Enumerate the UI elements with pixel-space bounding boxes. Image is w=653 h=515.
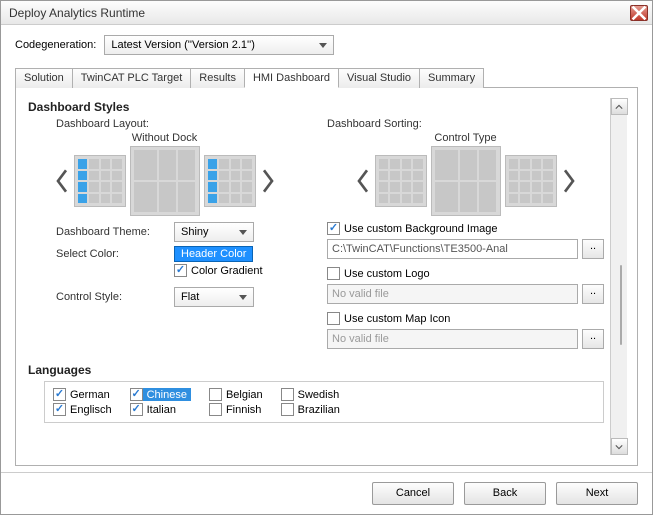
control-style-value: Flat — [181, 291, 199, 303]
control-style-label: Control Style: — [56, 291, 166, 303]
sorting-label: Dashboard Sorting: — [327, 118, 604, 130]
lang-swedish[interactable]: Swedish — [281, 388, 340, 401]
tab-panel: Dashboard Styles Dashboard Layout: Witho… — [15, 88, 638, 466]
use-logo-checkbox[interactable] — [327, 267, 340, 280]
layout-title: Without Dock — [26, 132, 303, 144]
theme-value: Shiny — [181, 226, 209, 238]
lang-italian-label: Italian — [147, 404, 176, 416]
lang-chinese-label: Chinese — [147, 389, 187, 401]
languages-box: German Englisch Chinese Italian Belgian … — [44, 381, 604, 423]
dialog-footer: Cancel Back Next — [1, 472, 652, 514]
theme-label: Dashboard Theme: — [56, 226, 166, 238]
scroll-thumb[interactable] — [620, 265, 622, 345]
tab-visual-studio[interactable]: Visual Studio — [338, 68, 420, 88]
lang-italian-checkbox[interactable] — [130, 403, 143, 416]
scroll-up-button[interactable] — [611, 98, 628, 115]
layout-prev-arrow[interactable] — [54, 167, 70, 195]
cancel-button[interactable]: Cancel — [372, 482, 454, 505]
theme-select[interactable]: Shiny — [174, 222, 254, 242]
tabstrip: Solution TwinCAT PLC Target Results HMI … — [15, 67, 638, 88]
lang-chinese-checkbox[interactable] — [130, 388, 143, 401]
lang-german-label: German — [70, 389, 110, 401]
sorting-title: Control Type — [327, 132, 604, 144]
select-color-label: Select Color: — [56, 248, 166, 260]
bg-image-browse-button[interactable]: .. — [582, 239, 604, 259]
lang-belgian-label: Belgian — [226, 389, 263, 401]
sorting-column: Dashboard Sorting: Control Type Use cust… — [327, 118, 604, 357]
lang-englisch[interactable]: Englisch — [53, 403, 112, 416]
lang-belgian[interactable]: Belgian — [209, 388, 263, 401]
lang-finnish-label: Finnish — [226, 404, 261, 416]
layout-thumb-3[interactable] — [204, 155, 256, 207]
scroll-down-button[interactable] — [611, 438, 628, 455]
back-button[interactable]: Back — [464, 482, 546, 505]
tab-hmi-dashboard[interactable]: HMI Dashboard — [244, 68, 339, 88]
codegen-row: Codegeneration: Latest Version (''Versio… — [15, 35, 638, 55]
sorting-next-arrow[interactable] — [561, 167, 577, 195]
sorting-carousel — [327, 146, 604, 216]
lang-swedish-checkbox[interactable] — [281, 388, 294, 401]
use-map-icon-label: Use custom Map Icon — [344, 313, 450, 325]
codegen-select[interactable]: Latest Version (''Version 2.1'') — [104, 35, 334, 55]
logo-path-input — [327, 284, 578, 304]
codegen-value: Latest Version (''Version 2.1'') — [111, 39, 255, 51]
codegen-label: Codegeneration: — [15, 39, 96, 51]
lang-brazilian-checkbox[interactable] — [281, 403, 294, 416]
layout-column: Dashboard Layout: Without Dock Dashboard… — [26, 118, 303, 357]
lang-brazilian-label: Brazilian — [298, 404, 340, 416]
map-icon-path-input — [327, 329, 578, 349]
layout-thumb-1[interactable] — [74, 155, 126, 207]
layout-next-arrow[interactable] — [260, 167, 276, 195]
sorting-thumb-1[interactable] — [375, 155, 427, 207]
lang-belgian-checkbox[interactable] — [209, 388, 222, 401]
layout-label: Dashboard Layout: — [56, 118, 303, 130]
use-logo-label: Use custom Logo — [344, 268, 430, 280]
color-gradient-checkbox[interactable] — [174, 264, 187, 277]
lang-finnish[interactable]: Finnish — [209, 403, 263, 416]
titlebar: Deploy Analytics Runtime — [1, 1, 652, 25]
lang-englisch-checkbox[interactable] — [53, 403, 66, 416]
layout-carousel — [26, 146, 303, 216]
lang-swedish-label: Swedish — [298, 389, 340, 401]
color-gradient-label: Color Gradient — [191, 265, 263, 277]
window-title: Deploy Analytics Runtime — [5, 6, 630, 20]
lang-chinese[interactable]: Chinese — [130, 388, 191, 401]
lang-german[interactable]: German — [53, 388, 112, 401]
vertical-scrollbar[interactable] — [610, 98, 627, 455]
tab-solution[interactable]: Solution — [15, 68, 73, 88]
tab-twincat-plc-target[interactable]: TwinCAT PLC Target — [72, 68, 192, 88]
use-bg-image-checkbox[interactable] — [327, 222, 340, 235]
lang-finnish-checkbox[interactable] — [209, 403, 222, 416]
languages-heading: Languages — [28, 363, 604, 377]
next-button[interactable]: Next — [556, 482, 638, 505]
dialog-window: Deploy Analytics Runtime Codegeneration:… — [0, 0, 653, 515]
header-color-button[interactable]: Header Color — [174, 246, 253, 262]
map-icon-browse-button[interactable]: .. — [582, 329, 604, 349]
use-bg-image-label: Use custom Background Image — [344, 223, 497, 235]
dialog-content: Codegeneration: Latest Version (''Versio… — [1, 25, 652, 472]
bg-image-path-input[interactable] — [327, 239, 578, 259]
lang-brazilian[interactable]: Brazilian — [281, 403, 340, 416]
lang-englisch-label: Englisch — [70, 404, 112, 416]
lang-italian[interactable]: Italian — [130, 403, 191, 416]
tab-summary[interactable]: Summary — [419, 68, 484, 88]
close-button[interactable] — [630, 5, 648, 21]
use-map-icon-checkbox[interactable] — [327, 312, 340, 325]
control-style-select[interactable]: Flat — [174, 287, 254, 307]
sorting-thumb-3[interactable] — [505, 155, 557, 207]
sorting-thumb-selected[interactable] — [431, 146, 501, 216]
tab-results[interactable]: Results — [190, 68, 245, 88]
logo-browse-button[interactable]: .. — [582, 284, 604, 304]
layout-thumb-selected[interactable] — [130, 146, 200, 216]
lang-german-checkbox[interactable] — [53, 388, 66, 401]
dashboard-styles-heading: Dashboard Styles — [28, 100, 604, 114]
sorting-prev-arrow[interactable] — [355, 167, 371, 195]
